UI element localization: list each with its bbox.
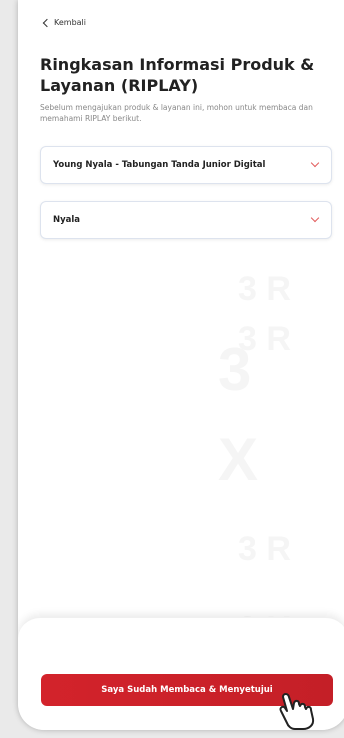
- pointer-hand-icon: [279, 693, 315, 730]
- page-subtitle: Sebelum mengajukan produk & layanan ini,…: [40, 103, 313, 123]
- back-label: Kembali: [54, 18, 86, 27]
- variant-select-value: Nyala: [53, 215, 81, 225]
- chevron-down-icon: [310, 213, 320, 223]
- svg-text:3 R: 3 R: [238, 270, 291, 308]
- svg-text:X: X: [218, 426, 258, 493]
- svg-text:3 R: 3 R: [238, 320, 291, 358]
- back-chevron-icon: [42, 18, 52, 27]
- phone-screen: 3 R 3 R 3 X 3 R 3 K Kembali Ringkasan In…: [18, 0, 344, 730]
- product-select-value: Young Nyala - Tabungan Tanda Junior Digi…: [53, 160, 266, 170]
- variant-select[interactable]: Nyala: [40, 201, 332, 239]
- back-link[interactable]: Kembali: [42, 18, 86, 27]
- svg-text:3 R: 3 R: [238, 530, 291, 568]
- product-select[interactable]: Young Nyala - Tabungan Tanda Junior Digi…: [40, 146, 332, 184]
- page-title: Ringkasan Informasi Produk & Layanan (RI…: [40, 55, 315, 95]
- svg-text:3: 3: [218, 336, 251, 403]
- chevron-down-icon: [310, 158, 320, 168]
